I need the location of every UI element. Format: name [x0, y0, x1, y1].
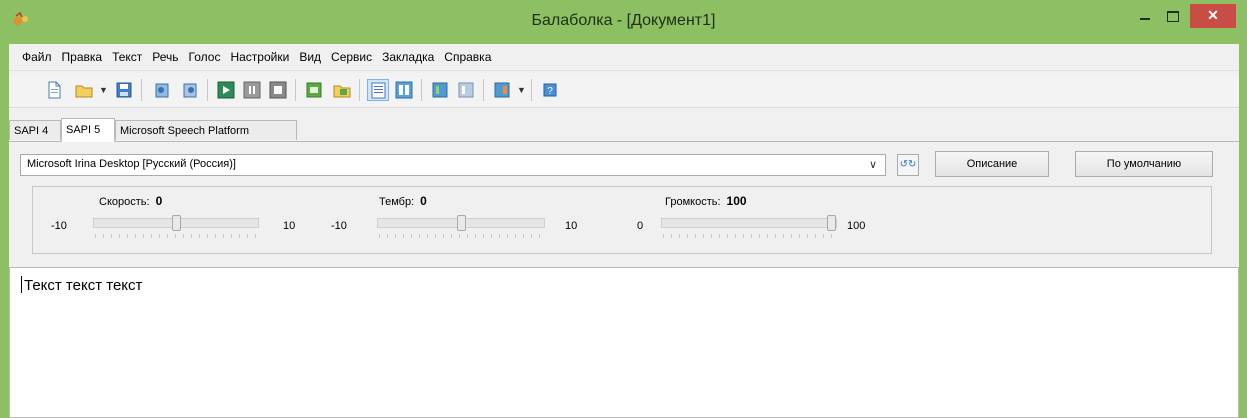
default-button[interactable]: По умолчанию [1075, 151, 1213, 177]
refresh-voices-button[interactable]: ↺↻ [897, 154, 919, 176]
volume-label: Громкость: 100 [665, 194, 747, 208]
stop-icon[interactable] [267, 79, 289, 101]
speed-value: 0 [155, 194, 163, 208]
editor-text: Текст текст текст [24, 277, 143, 294]
menu-settings[interactable]: Настройки [225, 44, 294, 70]
play-icon[interactable] [215, 79, 237, 101]
pitch-ticks [379, 234, 543, 238]
toolbar-separator [295, 79, 296, 101]
title-bar[interactable]: Балаболка - [Документ1] ✕ [0, 0, 1247, 44]
chevron-down-icon[interactable]: ∨ [869, 158, 877, 171]
convert-folder-icon[interactable] [331, 79, 353, 101]
menu-speech[interactable]: Речь [147, 44, 183, 70]
menu-voice[interactable]: Голос [184, 44, 226, 70]
save-icon[interactable] [113, 79, 135, 101]
export-icon[interactable] [491, 79, 513, 101]
speed-ticks [95, 234, 257, 238]
pitch-value: 0 [420, 194, 427, 208]
minimize-icon [1140, 18, 1150, 20]
app-window: Балаболка - [Документ1] ✕ Файл Правка Текс… [0, 0, 1247, 418]
menu-edit[interactable]: Правка [57, 44, 108, 70]
pitch-slider-thumb[interactable] [457, 215, 466, 231]
help-icon[interactable]: ? [539, 79, 561, 101]
menu-file[interactable]: Файл [17, 44, 57, 70]
description-button[interactable]: Описание [935, 151, 1049, 177]
maximize-button[interactable] [1160, 4, 1186, 28]
refresh-icon: ↺↻ [899, 159, 917, 170]
text-caret [21, 276, 22, 293]
split-view-icon[interactable] [393, 79, 415, 101]
speed-max: 10 [283, 220, 296, 232]
maximize-icon [1167, 11, 1179, 22]
close-icon: ✕ [1207, 7, 1219, 23]
read-file-icon[interactable] [179, 79, 201, 101]
tab-speech-platform[interactable]: Microsoft Speech Platform [115, 120, 297, 140]
pitch-max: 10 [565, 220, 578, 232]
open-folder-icon[interactable] [73, 79, 95, 101]
open-dropdown-chevron-icon[interactable]: ▼ [99, 85, 108, 95]
speed-slider-thumb[interactable] [172, 215, 181, 231]
pitch-slider[interactable] [377, 215, 545, 231]
menu-bookmark[interactable]: Закладка [377, 44, 439, 70]
tab-sapi4[interactable]: SAPI 4 [9, 120, 61, 140]
minimize-button[interactable] [1132, 4, 1158, 28]
volume-max: 100 [847, 220, 866, 232]
client-area: Файл Правка Текст Речь Голос Настройки Вид Серв… [9, 44, 1239, 418]
pitch-min: -10 [331, 220, 347, 232]
pause-icon[interactable] [241, 79, 263, 101]
book2-icon[interactable] [455, 79, 477, 101]
pitch-label: Тембр: 0 [379, 194, 427, 208]
book-icon[interactable] [429, 79, 451, 101]
voice-select[interactable]: Microsoft Irina Desktop [Русский (Россия… [20, 154, 886, 176]
menu-view[interactable]: Вид [294, 44, 326, 70]
close-button[interactable]: ✕ [1190, 4, 1236, 28]
tab-sapi5[interactable]: SAPI 5 [61, 118, 115, 142]
new-document-icon[interactable] [43, 79, 65, 101]
toolbar: ▼ ▼ ? [9, 73, 1239, 108]
toolbar-separator [421, 79, 422, 101]
menu-tools[interactable]: Сервис [326, 44, 377, 70]
toolbar-separator [483, 79, 484, 101]
read-clipboard-icon[interactable] [151, 79, 173, 101]
text-view-icon[interactable] [367, 79, 389, 101]
toolbar-separator [359, 79, 360, 101]
toolbar-separator [531, 79, 532, 101]
menu-help[interactable]: Справка [439, 44, 496, 70]
speed-label: Скорость: 0 [99, 194, 163, 208]
voice-select-value: Microsoft Irina Desktop [Русский (Россия… [27, 158, 236, 170]
volume-slider[interactable] [661, 215, 837, 231]
toolbar-separator [141, 79, 142, 101]
export-dropdown-chevron-icon[interactable]: ▼ [517, 85, 526, 95]
volume-min: 0 [637, 220, 644, 232]
convert-icon[interactable] [303, 79, 325, 101]
menu-text[interactable]: Текст [107, 44, 147, 70]
text-editor[interactable]: Текст текст текст [9, 267, 1239, 418]
volume-slider-thumb[interactable] [827, 215, 836, 231]
volume-value: 100 [726, 194, 747, 208]
speed-slider[interactable] [93, 215, 259, 231]
toolbar-separator [207, 79, 208, 101]
speed-min: -10 [51, 220, 67, 232]
window-title: Балаболка - [Документ1] [531, 12, 716, 29]
svg-text:?: ? [547, 86, 553, 97]
menu-bar: Файл Правка Текст Речь Голос Настройки Вид Серв… [9, 44, 1239, 71]
voice-sliders: Скорость: 0 -10 10 Тембр: 0 -10 10 Громкос… [32, 186, 1212, 254]
volume-ticks [663, 234, 835, 238]
voice-panel: Microsoft Irina Desktop [Русский (Россия… [9, 141, 1239, 261]
